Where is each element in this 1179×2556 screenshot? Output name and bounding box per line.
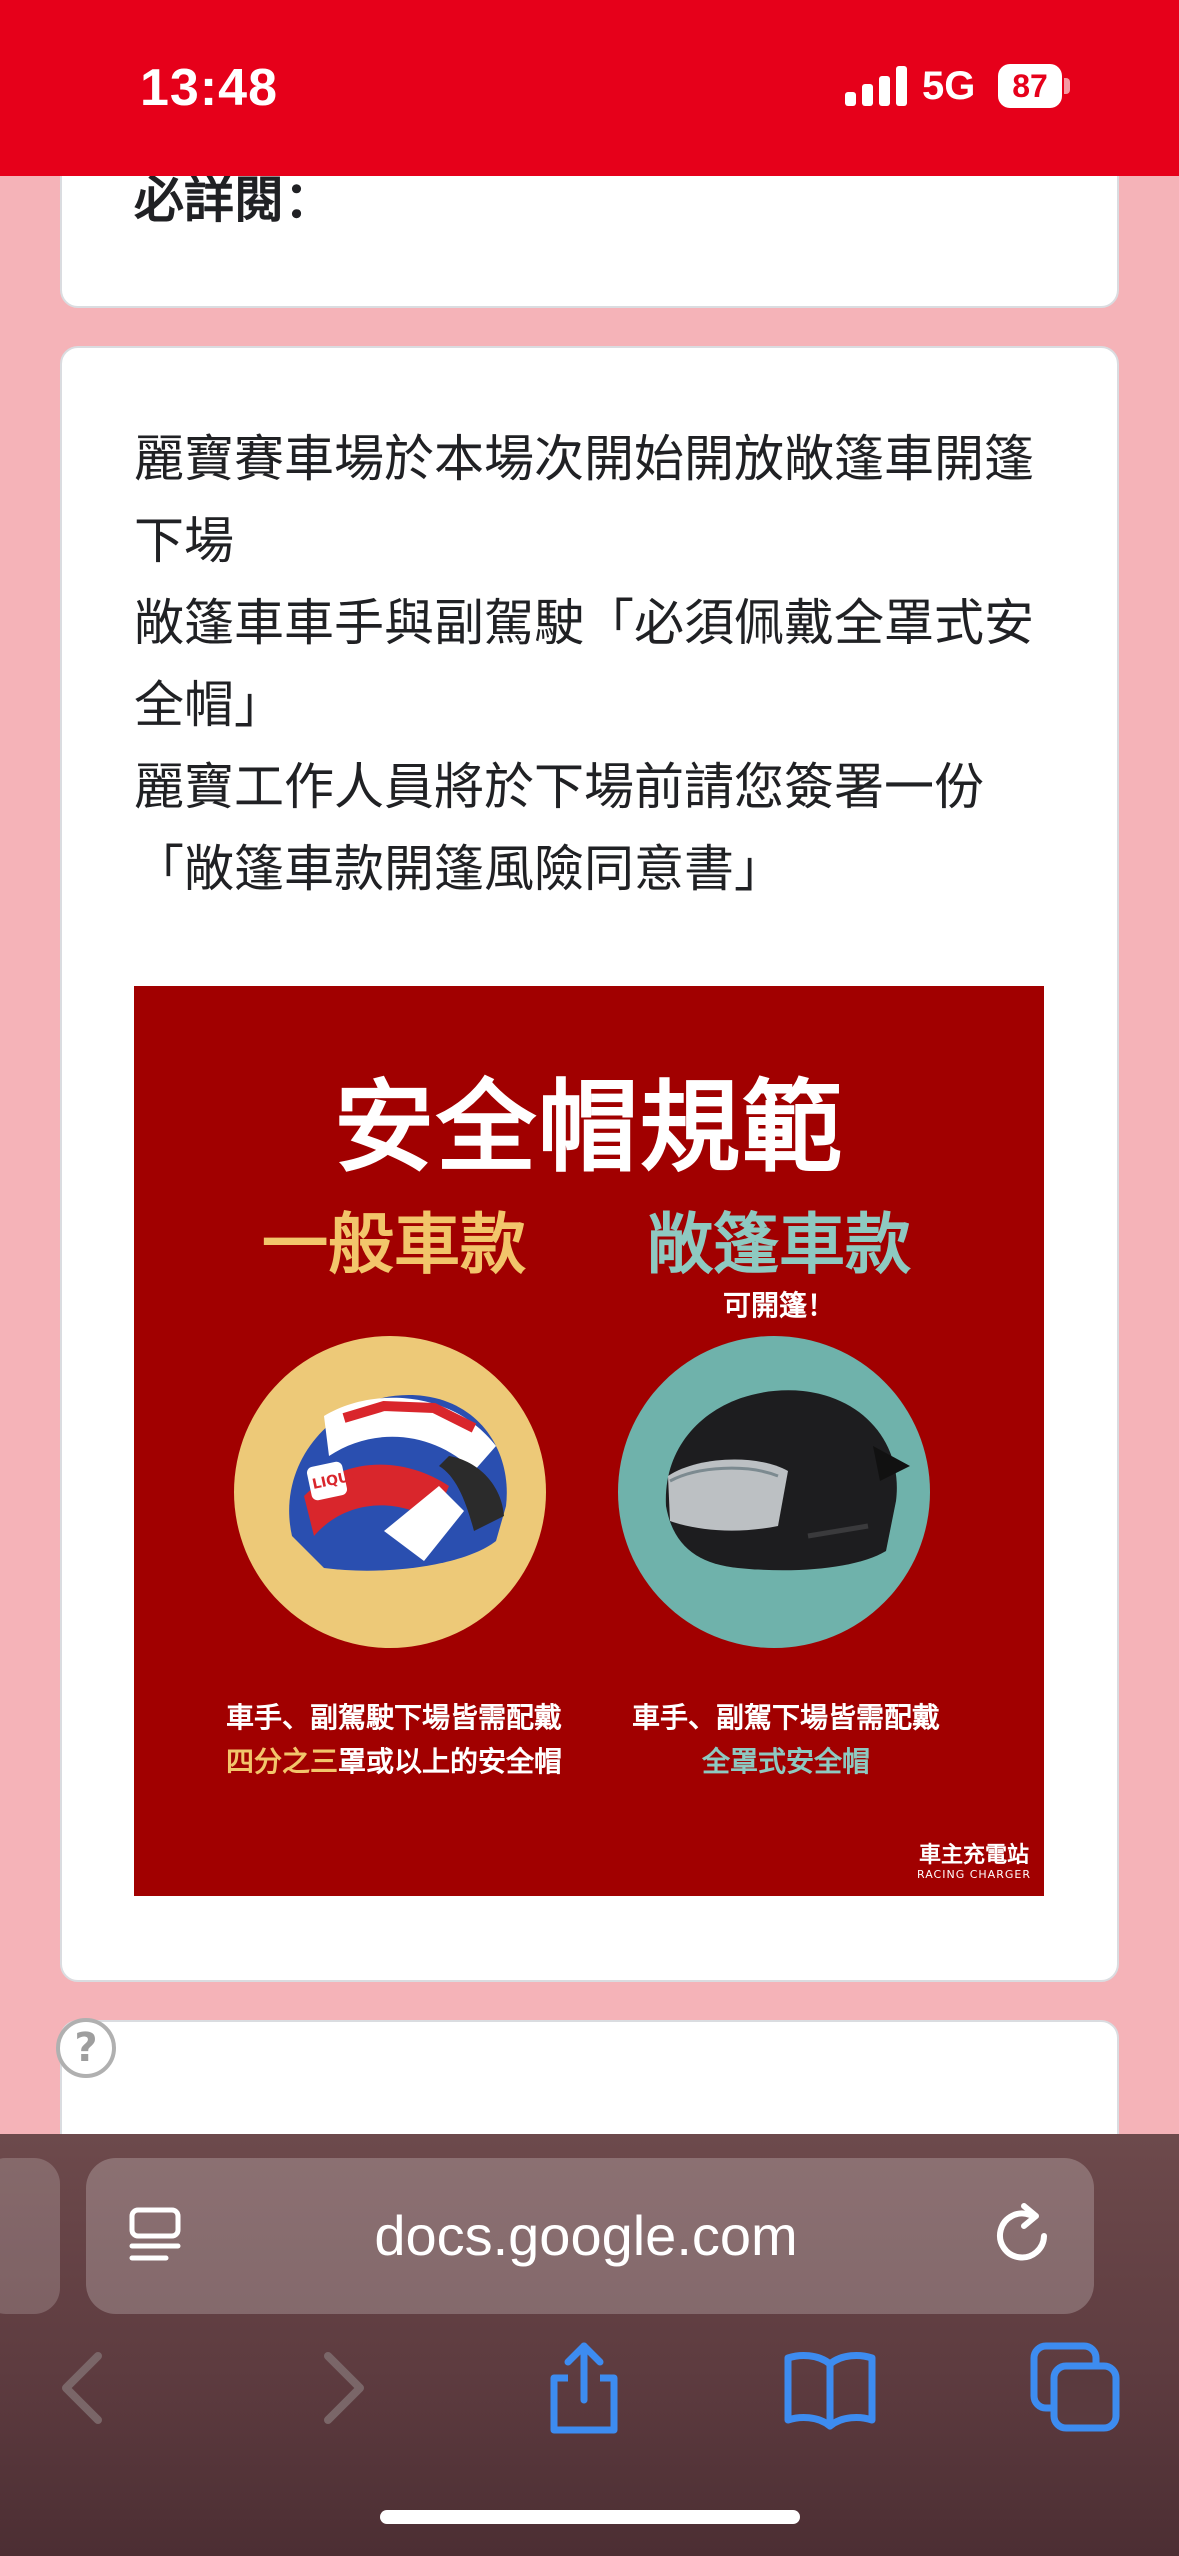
browser-toolbar: docs.google.com: [0, 2134, 1179, 2556]
reload-icon[interactable]: [986, 2200, 1058, 2272]
caption-rest: 罩或以上的安全帽: [338, 1745, 563, 1778]
url-text[interactable]: docs.google.com: [226, 2158, 946, 2314]
convertible-note: 可開篷！: [722, 1289, 835, 1322]
help-icon[interactable]: ?: [56, 2018, 116, 2078]
caption-line: 車手、副駕下場皆需配戴: [631, 1701, 940, 1734]
battery-icon: 87: [998, 64, 1070, 108]
description-text: 麗寶賽車場於本場次開始開放敞篷車開篷下場 敞篷車車手與副駕駛「必須佩戴全罩式安全…: [134, 418, 1054, 910]
full-face-helmet-image: [618, 1336, 930, 1648]
home-indicator[interactable]: [380, 2510, 800, 2524]
caption-highlight: 四分之三: [225, 1745, 338, 1778]
back-icon[interactable]: [36, 2338, 136, 2438]
regular-car-caption: 車手、副駕駛下場皆需配戴 四分之三罩或以上的安全帽: [204, 1696, 584, 1784]
description-line: 麗寶工作人員將於下場前請您簽署一份「敞篷車款開篷風險同意書」: [134, 758, 984, 898]
convertible-car-title: 敞篷車款: [647, 1206, 911, 1283]
regular-car-title: 一般車款: [262, 1206, 526, 1283]
reader-icon[interactable]: [126, 2204, 190, 2268]
tabs-icon[interactable]: [1026, 2338, 1126, 2438]
convertible-car-caption: 車手、副駕下場皆需配戴 全罩式安全帽: [596, 1696, 976, 1784]
three-quarter-helmet-image: LIQUI: [234, 1336, 546, 1648]
share-icon[interactable]: [534, 2338, 634, 2438]
status-bar: 13:48 5G 87: [0, 0, 1179, 176]
helmet-rules-poster: 安全帽規範 一般車款 敞篷車款 可開篷！ LIQUI 車手、副駕駛下場皆需配戴 …: [134, 986, 1044, 1896]
forward-icon[interactable]: [290, 2338, 390, 2438]
description-line: 麗寶賽車場於本場次開始開放敞篷車開篷下場: [134, 430, 1034, 570]
form-card-description: 麗寶賽車場於本場次開始開放敞篷車開篷下場 敞篷車車手與副駕駛「必須佩戴全罩式安全…: [60, 346, 1119, 1982]
battery-level: 87: [998, 64, 1062, 108]
previous-tab-preview[interactable]: [0, 2158, 60, 2314]
poster-title: 安全帽規範: [334, 1069, 844, 1186]
caption-line: 車手、副駕駛下場皆需配戴: [225, 1701, 562, 1734]
caption-highlight: 全罩式安全帽: [701, 1745, 870, 1778]
racing-charger-logo: 車主充電站 RACING CHARGER: [917, 1843, 1031, 1882]
description-line: 敞篷車車手與副駕駛「必須佩戴全罩式安全帽」: [134, 594, 1034, 734]
bookmarks-icon[interactable]: [780, 2338, 880, 2438]
network-type: 5G: [922, 64, 976, 108]
address-bar[interactable]: docs.google.com: [86, 2158, 1094, 2314]
status-time: 13:48: [140, 59, 278, 117]
cellular-signal-icon: [845, 66, 907, 106]
